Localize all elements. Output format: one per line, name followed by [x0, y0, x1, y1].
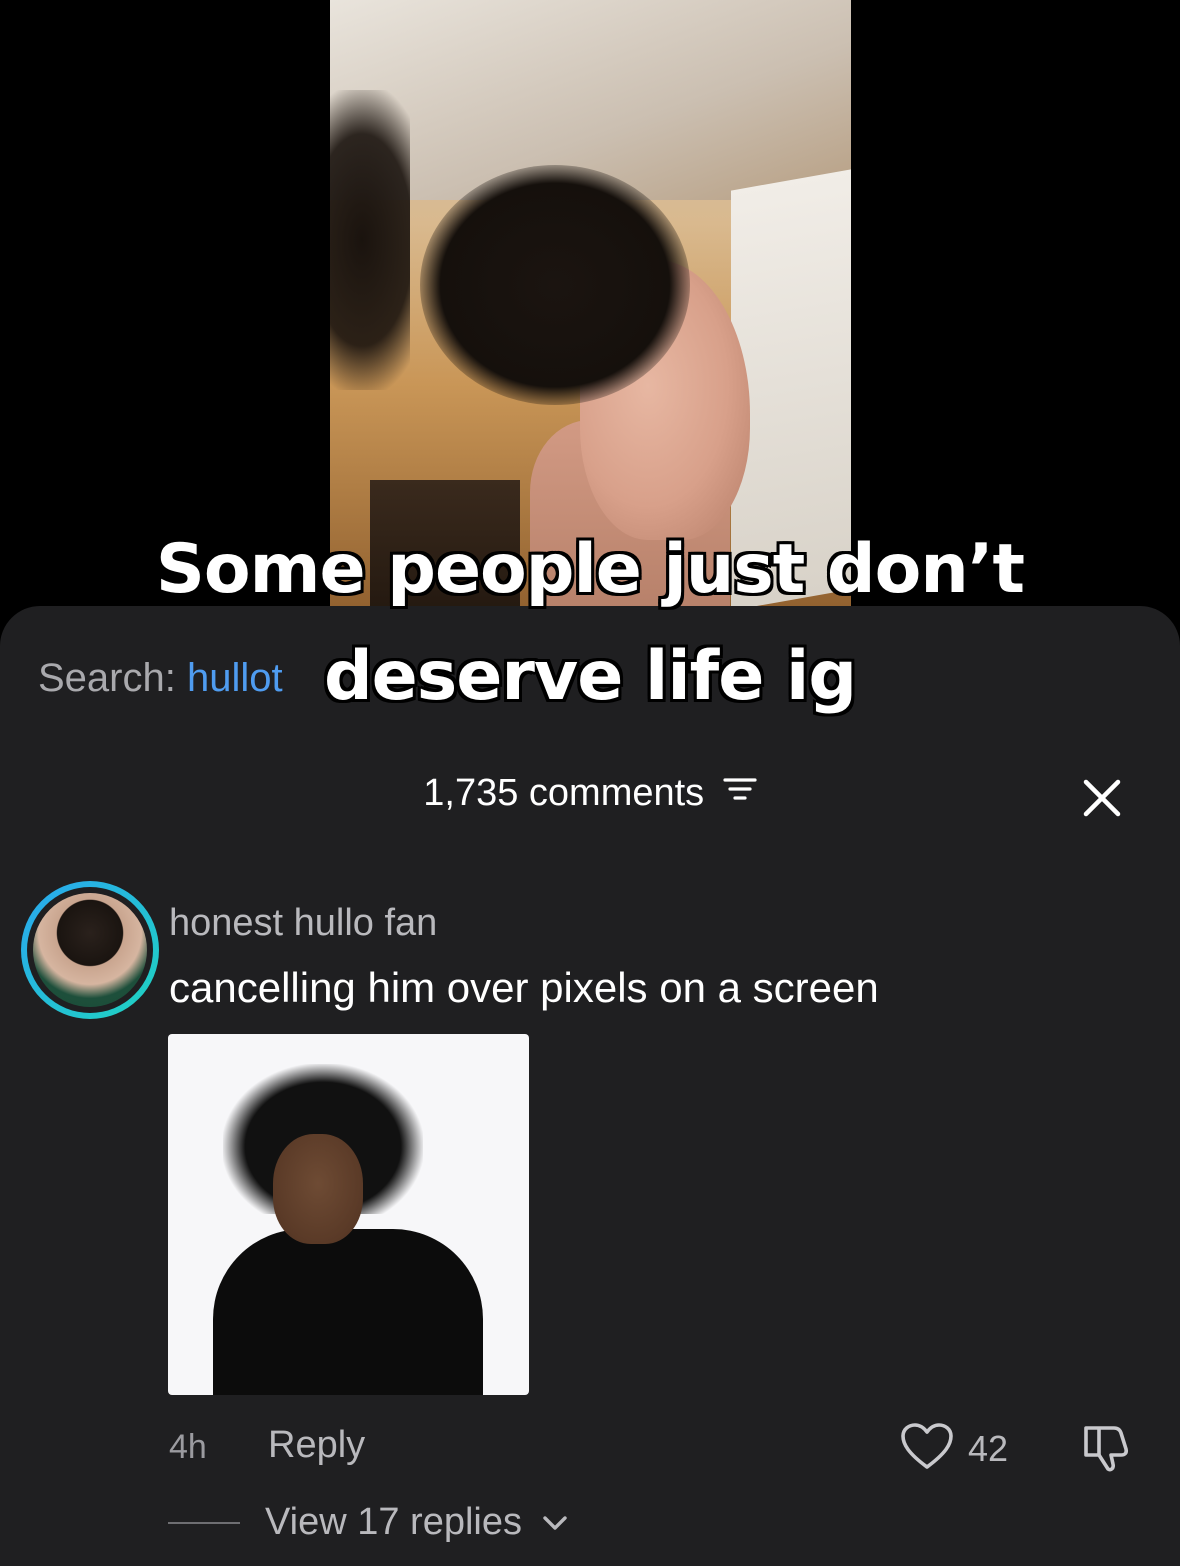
- comment-text: cancelling him over pixels on a screen: [169, 964, 879, 1011]
- view-replies-label: View 17 replies: [265, 1501, 523, 1543]
- like-button[interactable]: [900, 1422, 954, 1472]
- video-subject-hair: [420, 165, 690, 405]
- video-caption-line-1: Some people just don’t: [155, 530, 1025, 609]
- avatar-frame: [27, 887, 153, 1013]
- view-replies-button[interactable]: View 17 replies: [265, 1501, 569, 1544]
- video-caption-line-2: deserve life ig: [323, 637, 857, 716]
- comment-attached-image[interactable]: [168, 1034, 529, 1395]
- close-button[interactable]: [1078, 774, 1126, 822]
- comment-timestamp: 4h: [169, 1428, 207, 1466]
- dislike-button[interactable]: [1080, 1420, 1134, 1474]
- replies-divider: [168, 1522, 240, 1524]
- like-count: 42: [968, 1428, 1009, 1469]
- image-shirt: [213, 1229, 483, 1395]
- comment-username[interactable]: honest hullo fan: [169, 902, 437, 945]
- chevron-down-icon: [541, 1500, 569, 1543]
- filter-icon[interactable]: [723, 770, 757, 813]
- heart-icon: [901, 1423, 953, 1469]
- comments-header: 1,735 comments: [0, 772, 1180, 815]
- avatar: [33, 893, 147, 1007]
- story-ring[interactable]: [21, 881, 159, 1019]
- close-icon: [1083, 779, 1121, 817]
- thumbs-down-icon: [1084, 1426, 1129, 1472]
- comments-sheet: Search: hullot 1,735 comments honest hul…: [0, 606, 1180, 1566]
- reply-button[interactable]: Reply: [268, 1424, 365, 1467]
- image-face: [273, 1134, 363, 1244]
- comments-count: 1,735 comments: [423, 772, 705, 814]
- video-foreground-hair: [330, 90, 410, 390]
